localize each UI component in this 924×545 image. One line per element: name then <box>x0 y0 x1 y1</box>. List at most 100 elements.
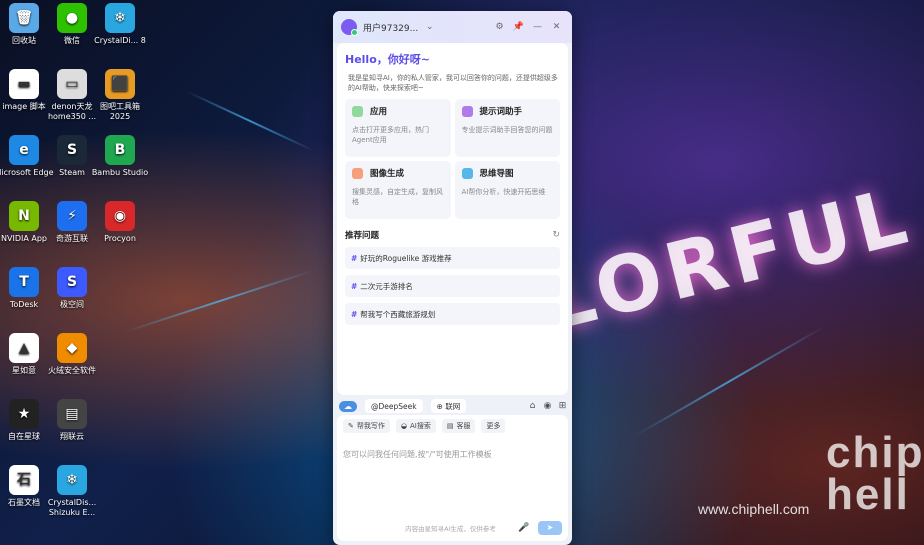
send-icon: ➤ <box>546 523 554 532</box>
app-icon: T <box>9 267 39 297</box>
card-title: 图像生成 <box>370 169 405 179</box>
disclaimer: 内容由星知寻AI生成，仅供参考 <box>405 525 496 533</box>
card-description: 搜集灵感，自定生成，复制风格 <box>352 188 443 206</box>
desktop-icon[interactable]: ❄ CrystalDis... Shizuku E... <box>42 465 102 518</box>
card-header: 提示词助手 <box>461 105 554 117</box>
chiphell-logo: chip hell <box>826 428 924 519</box>
tool-icon: ▤ <box>446 422 454 430</box>
recommend-question[interactable]: # 二次元手游排名 <box>345 275 560 297</box>
pin-icon[interactable]: 📌 <box>511 20 526 35</box>
desktop-icon-label: 极空间 <box>60 300 84 309</box>
desktop-icon-label: 图吧工具箱 2025 <box>100 102 140 121</box>
desktop-icon-label: Procyon <box>104 234 136 243</box>
quick-tool-button[interactable]: ▤ 客服 <box>441 419 476 433</box>
desktop-icon[interactable]: B Bambu Studio <box>90 135 150 178</box>
desktop-icon[interactable]: ◆ 火绒安全软件 <box>42 333 102 376</box>
desktop-icon-label: CrystalDi... 8 <box>94 36 146 45</box>
user-avatar[interactable] <box>341 19 358 36</box>
hash-icon: # <box>351 253 358 263</box>
chat-input[interactable]: 您可以问我任何问题,按"/"可使用工作模板 <box>343 449 562 460</box>
question-text: 二次元手游排名 <box>360 281 413 291</box>
tool-label: 客服 <box>456 422 471 430</box>
recommend-question[interactable]: # 好玩的Roguelike 游戏推荐 <box>345 247 560 269</box>
wallpaper-streak <box>634 325 826 437</box>
title-bar[interactable]: 用户97329... ⌄ ⚙ 📌 — ✕ <box>333 11 572 43</box>
greeting: Hello，你好呀~ <box>345 53 430 66</box>
quick-tool-button[interactable]: ✎ 帮我写作 <box>343 419 390 433</box>
wallpaper-streak <box>186 90 314 152</box>
app-icon: B <box>105 135 135 165</box>
card-icon <box>352 167 363 179</box>
model-selector[interactable]: @DeepSeek <box>365 399 423 413</box>
gear-icon[interactable]: ⚙ <box>492 20 507 35</box>
new-chat-icon[interactable]: ⊞ <box>557 401 568 412</box>
watermark-text: www.chiphell.com <box>698 501 810 517</box>
hash-icon: # <box>351 281 358 291</box>
app-icon: ⬛ <box>105 69 135 99</box>
app-icon: ◆ <box>57 333 87 363</box>
tool-label: AI搜索 <box>409 422 431 430</box>
desktop-icon[interactable]: S 极空间 <box>42 267 102 310</box>
card-icon <box>461 105 473 117</box>
cloud-icon[interactable]: ☁ <box>339 400 357 412</box>
recommend-question[interactable]: # 帮我写个西藏旅游规划 <box>345 303 560 325</box>
desktop-icon[interactable]: ⬛ 图吧工具箱 2025 <box>90 69 150 122</box>
tool-label: 更多 <box>486 422 501 430</box>
card-header: 图像生成 <box>352 167 444 179</box>
quick-tools: ✎ 帮我写作 ◒ AI搜索 ▤ 客服 更多 <box>343 419 562 433</box>
card-header: 应用 <box>352 105 444 117</box>
app-icon: ★ <box>9 399 39 429</box>
card-description: AI帮你分析，快速开拓思维 <box>461 188 546 196</box>
input-footer: 内容由星知寻AI生成，仅供参考 🎤 ➤ <box>337 521 568 535</box>
app-icon: ❄ <box>57 465 87 495</box>
history-icon[interactable]: ◉ <box>542 401 553 412</box>
refresh-icon[interactable]: ↻ <box>552 230 560 240</box>
desktop-icon[interactable]: ❄ CrystalDi... 8 <box>90 3 150 46</box>
wallpaper-streak <box>124 269 316 333</box>
card-title: 应用 <box>370 107 388 117</box>
feature-card[interactable]: 图像生成搜集灵感，自定生成，复制风格 <box>345 161 451 219</box>
quick-tool-button[interactable]: 更多 <box>481 419 506 433</box>
app-icon: ● <box>57 3 87 33</box>
app-icon: 石 <box>9 465 39 495</box>
app-icon: ▲ <box>9 333 39 363</box>
app-icon: N <box>9 201 39 231</box>
feature-card[interactable]: 思维导图 AI帮你分析，快速开拓思维 <box>454 161 560 219</box>
send-button[interactable]: ➤ <box>538 521 562 535</box>
quick-tool-button[interactable]: ◒ AI搜索 <box>395 419 436 433</box>
card-header: 思维导图 <box>461 167 554 179</box>
basket-icon[interactable]: ⌂ <box>527 401 538 412</box>
feature-cards: 应用 点击打开更多应用，热门Agent应用 提示词助手 专业提示词助手回答您的问题 图像… <box>345 99 560 219</box>
app-icon: S <box>57 267 87 297</box>
recommend-title: 推荐问题 <box>345 231 380 241</box>
desktop-icon-label: CrystalDis... Shizuku E... <box>47 498 97 517</box>
wallpaper-text: LORFUL <box>534 170 921 350</box>
desktop-icon-label: 翔联云 <box>60 432 84 441</box>
desktop-icon[interactable]: ◉ Procyon <box>90 201 150 244</box>
close-icon[interactable]: ✕ <box>549 20 564 35</box>
username[interactable]: 用户97329... <box>363 21 418 34</box>
feature-card[interactable]: 提示词助手专业提示词助手回答您的问题 <box>454 99 560 157</box>
assistant-window: 用户97329... ⌄ ⚙ 📌 — ✕ Hello，你好呀~ 我是星知寻AI，… <box>333 11 572 545</box>
web-search-toggle[interactable]: ⊕ 联网 <box>430 399 467 413</box>
app-icon: ▤ <box>57 399 87 429</box>
app-icon: 🗑 <box>9 3 39 33</box>
microphone-icon[interactable]: 🎤 <box>518 523 529 533</box>
app-icon: e <box>9 135 39 165</box>
hash-icon: # <box>351 309 358 319</box>
card-title: 思维导图 <box>479 169 514 179</box>
card-description: 点击打开更多应用，热门Agent应用 <box>352 126 429 144</box>
card-title: 提示词助手 <box>479 107 523 117</box>
tool-icon: ◒ <box>400 422 407 430</box>
desktop-icon[interactable]: ▤ 翔联云 <box>42 399 102 442</box>
card-description: 专业提示词助手回答您的问题 <box>461 126 553 134</box>
web-search-label: 联网 <box>445 401 461 411</box>
model-tools: ⌂ ◉ ⊞ <box>523 401 568 412</box>
model-bar: ☁ @DeepSeek ⊕ 联网 ⌂ ◉ ⊞ <box>337 396 568 416</box>
minimize-icon[interactable]: — <box>530 20 545 35</box>
feature-card[interactable]: 应用点击打开更多应用，热门Agent应用 <box>345 99 451 157</box>
app-icon: S <box>57 135 87 165</box>
app-icon: ▭ <box>57 69 87 99</box>
app-icon: ❄ <box>105 3 135 33</box>
chevron-down-icon[interactable]: ⌄ <box>422 20 437 35</box>
